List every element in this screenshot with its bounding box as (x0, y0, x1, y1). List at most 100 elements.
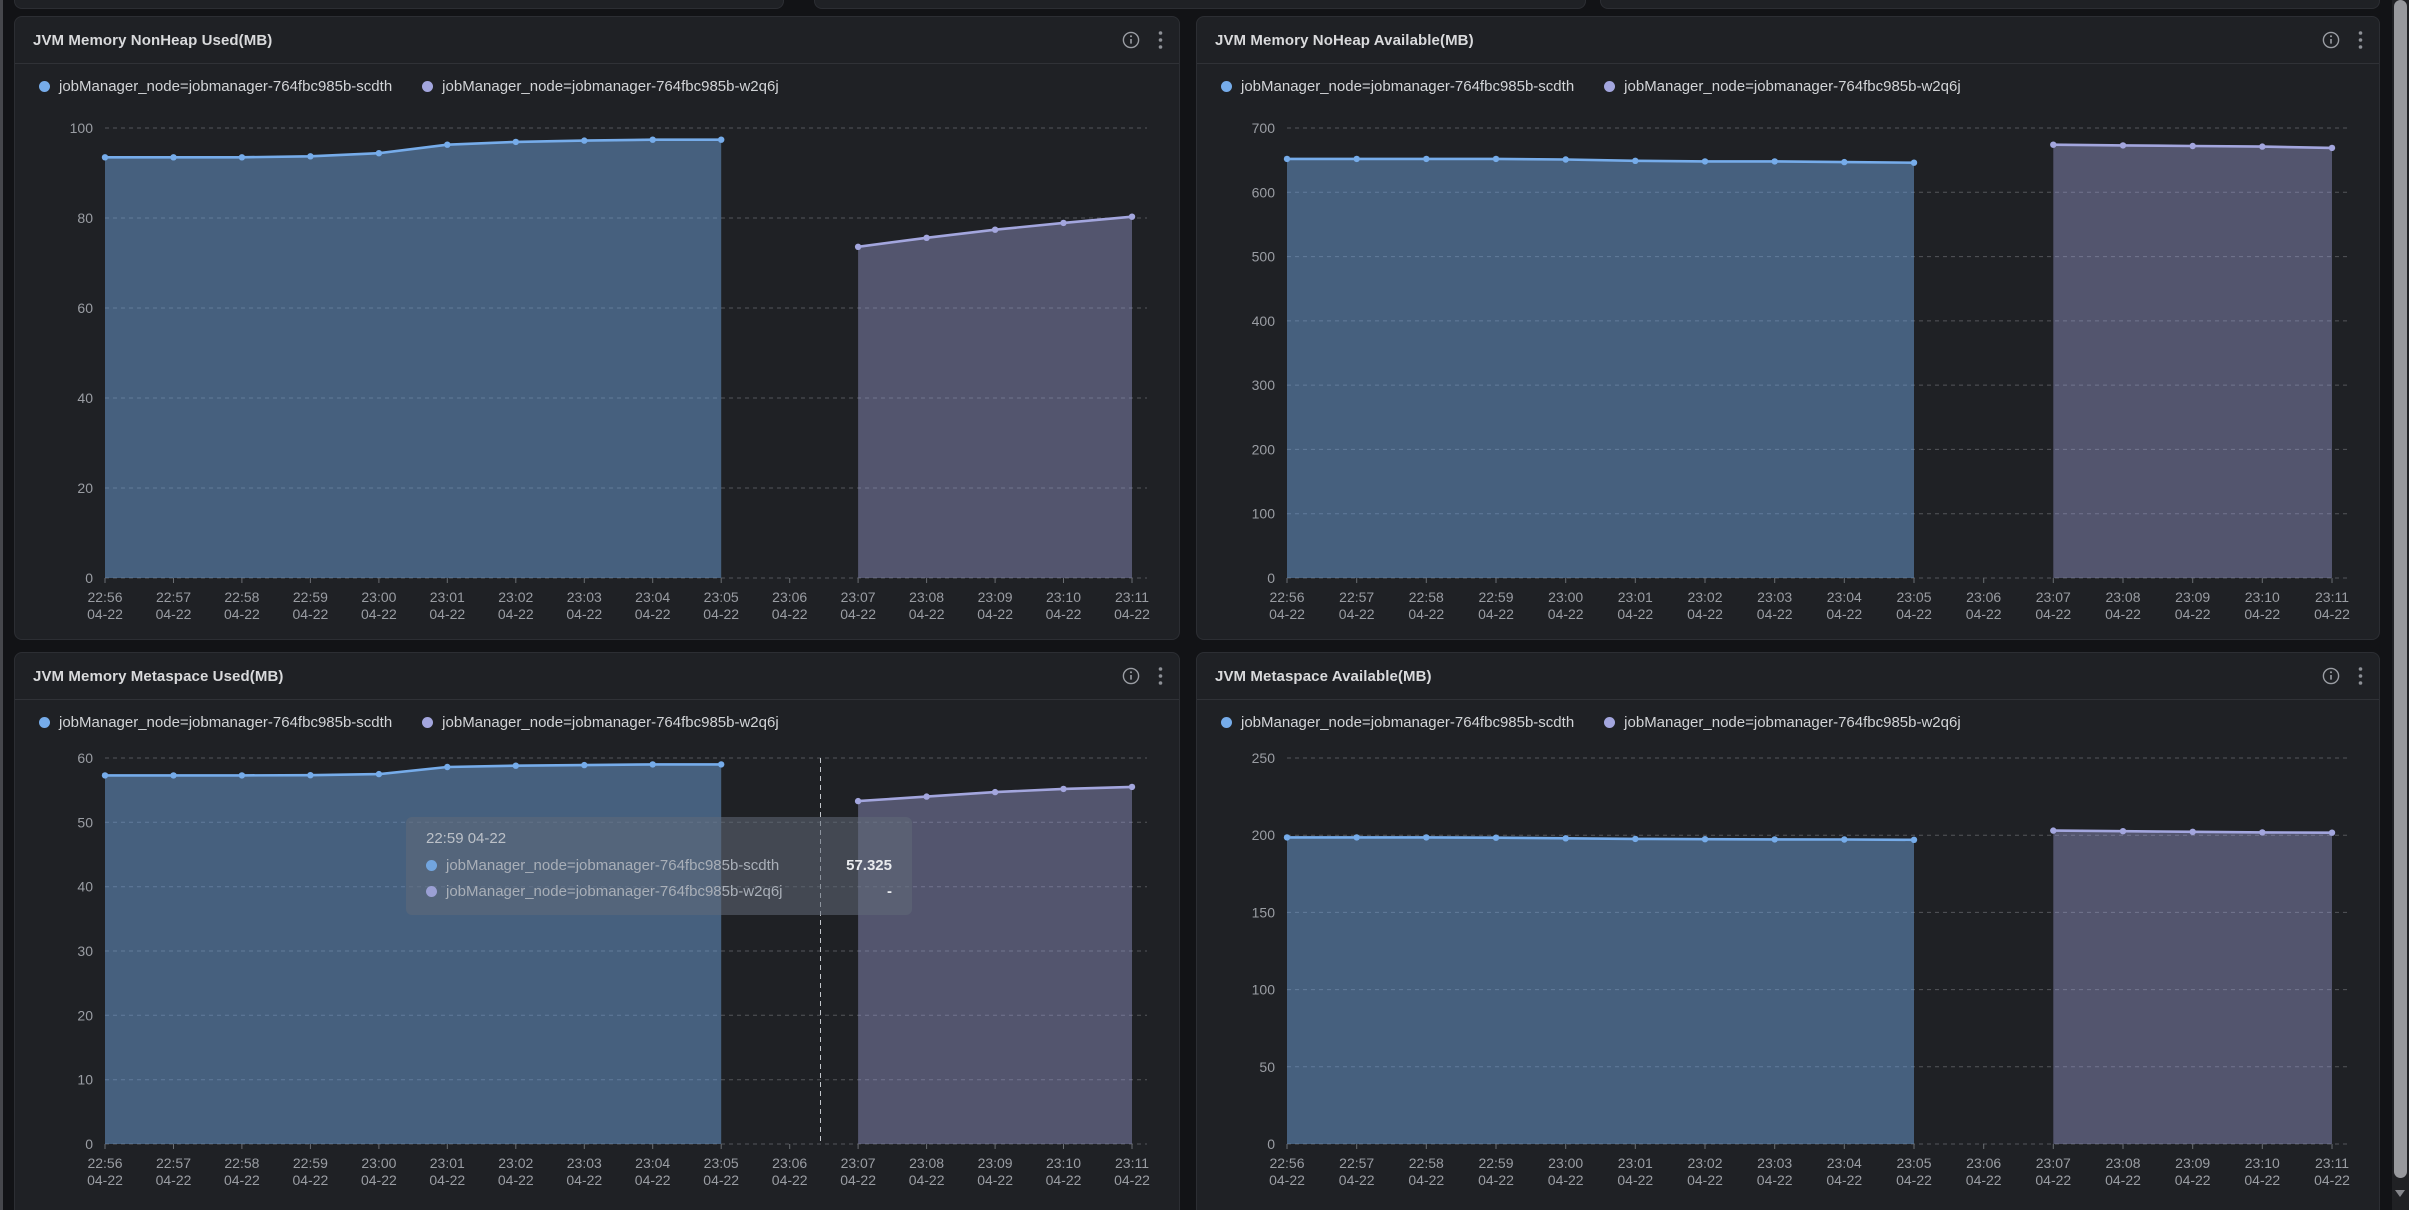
svg-text:22:58: 22:58 (224, 1155, 259, 1171)
legend-item-w2q6j[interactable]: jobManager_node=jobmanager-764fbc985b-w2… (1604, 78, 1961, 95)
svg-text:23:00: 23:00 (1548, 589, 1583, 605)
svg-text:04-22: 04-22 (1114, 606, 1150, 622)
svg-text:04-22: 04-22 (977, 606, 1013, 622)
panel-jvm-noheap-available: JVM Memory NoHeap Available(MB) jobManag… (1196, 16, 2380, 640)
svg-text:0: 0 (85, 1136, 93, 1152)
svg-text:23:03: 23:03 (567, 589, 602, 605)
svg-text:23:10: 23:10 (1046, 589, 1081, 605)
chart-area[interactable]: 010020030040050060070022:5604-2222:5704-… (1197, 104, 2379, 639)
info-icon[interactable] (1122, 667, 1140, 685)
area-chart-noheap-available[interactable]: 010020030040050060070022:5604-2222:5704-… (1197, 104, 2380, 640)
kebab-menu-icon[interactable] (2358, 666, 2363, 686)
svg-text:600: 600 (1252, 184, 1276, 200)
svg-text:23:06: 23:06 (772, 1155, 807, 1171)
info-icon[interactable] (2322, 31, 2340, 49)
svg-text:04-22: 04-22 (566, 606, 602, 622)
svg-text:80: 80 (77, 210, 93, 226)
legend-item-w2q6j[interactable]: jobManager_node=jobmanager-764fbc985b-w2… (422, 78, 779, 95)
panel-header: JVM Memory NoHeap Available(MB) (1197, 17, 2379, 64)
legend-item-scdth[interactable]: jobManager_node=jobmanager-764fbc985b-sc… (39, 714, 392, 731)
svg-text:04-22: 04-22 (1896, 606, 1932, 622)
svg-text:22:59: 22:59 (1478, 1155, 1513, 1171)
svg-text:23:01: 23:01 (1618, 589, 1653, 605)
scroll-down-arrow-icon[interactable] (2395, 1190, 2405, 1197)
svg-text:23:07: 23:07 (2036, 1155, 2071, 1171)
svg-text:04-22: 04-22 (1687, 606, 1723, 622)
svg-text:23:07: 23:07 (841, 589, 876, 605)
svg-text:100: 100 (1252, 506, 1276, 522)
legend-item-scdth[interactable]: jobManager_node=jobmanager-764fbc985b-sc… (39, 78, 392, 95)
legend-item-scdth[interactable]: jobManager_node=jobmanager-764fbc985b-sc… (1221, 714, 1574, 731)
svg-text:23:01: 23:01 (430, 589, 465, 605)
svg-text:23:06: 23:06 (772, 589, 807, 605)
series-purple-dot-icon (1604, 81, 1615, 92)
info-icon[interactable] (2322, 667, 2340, 685)
vertical-scrollbar[interactable] (2392, 0, 2409, 1210)
svg-text:04-22: 04-22 (2244, 606, 2280, 622)
info-icon[interactable] (1122, 31, 1140, 49)
svg-text:23:03: 23:03 (567, 1155, 602, 1171)
svg-text:04-22: 04-22 (2105, 606, 2141, 622)
legend: jobManager_node=jobmanager-764fbc985b-sc… (15, 64, 1179, 104)
chart-area[interactable]: 02040608010022:5604-2222:5704-2222:5804-… (15, 104, 1179, 639)
legend-item-w2q6j[interactable]: jobManager_node=jobmanager-764fbc985b-w2… (1604, 714, 1961, 731)
svg-text:04-22: 04-22 (1548, 1172, 1584, 1188)
page-left-edge (0, 0, 3, 1210)
svg-text:04-22: 04-22 (361, 1172, 397, 1188)
svg-text:30: 30 (77, 943, 93, 959)
svg-text:04-22: 04-22 (2035, 606, 2071, 622)
svg-text:23:08: 23:08 (2105, 589, 2140, 605)
svg-text:23:11: 23:11 (1115, 589, 1149, 605)
svg-text:23:05: 23:05 (1896, 1155, 1931, 1171)
chart-area[interactable]: 010203040506022:5604-2222:5704-2222:5804… (15, 740, 1179, 1210)
svg-text:23:04: 23:04 (1827, 1155, 1862, 1171)
svg-text:23:05: 23:05 (704, 1155, 739, 1171)
svg-text:04-22: 04-22 (1269, 606, 1305, 622)
svg-text:23:10: 23:10 (1046, 1155, 1081, 1171)
svg-text:04-22: 04-22 (1617, 1172, 1653, 1188)
svg-text:10: 10 (77, 1072, 93, 1088)
svg-text:04-22: 04-22 (840, 1172, 876, 1188)
chart-area[interactable]: 05010015020025022:5604-2222:5704-2222:58… (1197, 740, 2379, 1210)
svg-text:04-22: 04-22 (566, 1172, 602, 1188)
svg-text:23:03: 23:03 (1757, 1155, 1792, 1171)
svg-text:23:08: 23:08 (909, 589, 944, 605)
svg-text:04-22: 04-22 (1478, 606, 1514, 622)
svg-text:04-22: 04-22 (1896, 1172, 1932, 1188)
legend-item-w2q6j[interactable]: jobManager_node=jobmanager-764fbc985b-w2… (422, 714, 779, 731)
svg-text:23:10: 23:10 (2245, 1155, 2280, 1171)
svg-text:23:05: 23:05 (1896, 589, 1931, 605)
svg-text:23:06: 23:06 (1966, 589, 2001, 605)
svg-text:04-22: 04-22 (2175, 606, 2211, 622)
legend: jobManager_node=jobmanager-764fbc985b-sc… (1197, 64, 2379, 104)
svg-text:22:59: 22:59 (1478, 589, 1513, 605)
svg-text:04-22: 04-22 (977, 1172, 1013, 1188)
svg-text:04-22: 04-22 (224, 606, 260, 622)
partial-panel-above-left (14, 0, 784, 9)
svg-text:04-22: 04-22 (2244, 1172, 2280, 1188)
svg-text:04-22: 04-22 (1339, 1172, 1375, 1188)
svg-text:200: 200 (1252, 827, 1276, 843)
area-chart-metaspace-available[interactable]: 05010015020025022:5604-2222:5704-2222:58… (1197, 740, 2380, 1210)
svg-text:23:02: 23:02 (1687, 589, 1722, 605)
svg-text:04-22: 04-22 (498, 606, 534, 622)
svg-text:22:56: 22:56 (1269, 1155, 1304, 1171)
scrollbar-thumb[interactable] (2394, 0, 2407, 1178)
kebab-menu-icon[interactable] (1158, 666, 1163, 686)
legend-label: jobManager_node=jobmanager-764fbc985b-w2… (1624, 714, 1961, 731)
svg-text:22:59: 22:59 (293, 589, 328, 605)
area-chart-nonheap-used[interactable]: 02040608010022:5604-2222:5704-2222:5804-… (15, 104, 1180, 640)
kebab-menu-icon[interactable] (2358, 30, 2363, 50)
svg-text:22:56: 22:56 (1269, 589, 1304, 605)
svg-text:50: 50 (77, 814, 93, 830)
svg-text:23:07: 23:07 (841, 1155, 876, 1171)
svg-text:04-22: 04-22 (1269, 1172, 1305, 1188)
svg-text:23:04: 23:04 (635, 1155, 670, 1171)
svg-text:04-22: 04-22 (1046, 1172, 1082, 1188)
svg-text:04-22: 04-22 (2175, 1172, 2211, 1188)
panel-title: JVM Memory NonHeap Used(MB) (33, 32, 272, 49)
series-purple-dot-icon (422, 81, 433, 92)
kebab-menu-icon[interactable] (1158, 30, 1163, 50)
legend-item-scdth[interactable]: jobManager_node=jobmanager-764fbc985b-sc… (1221, 78, 1574, 95)
area-chart-metaspace-used[interactable]: 010203040506022:5604-2222:5704-2222:5804… (15, 740, 1180, 1210)
